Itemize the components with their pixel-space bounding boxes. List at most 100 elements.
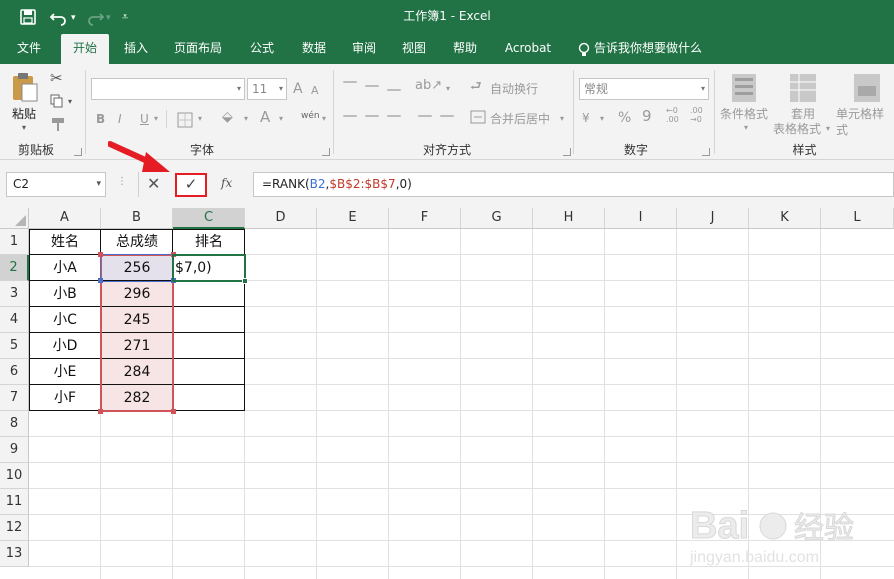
conditional-format-dropdown-icon[interactable]: ▾: [744, 120, 748, 136]
cell-c3[interactable]: [173, 281, 245, 307]
format-as-table-dropdown-icon[interactable]: ▾: [826, 121, 830, 137]
cell-c6[interactable]: [173, 359, 245, 385]
column-header-i[interactable]: I: [605, 208, 677, 229]
italic-button[interactable]: I: [118, 111, 122, 127]
bold-button[interactable]: B: [96, 111, 105, 127]
fill-handle[interactable]: [242, 278, 248, 284]
undo-icon[interactable]: [50, 8, 68, 26]
tab-insert[interactable]: 插入: [113, 34, 159, 64]
font-color-icon[interactable]: A: [260, 109, 270, 125]
grow-font-icon[interactable]: A: [293, 81, 303, 97]
tab-page-layout[interactable]: 页面布局: [165, 34, 231, 64]
column-header-k[interactable]: K: [749, 208, 821, 229]
font-launcher-icon[interactable]: [322, 148, 330, 156]
row-header-13[interactable]: 13: [0, 541, 29, 567]
cell-a3[interactable]: 小B: [29, 281, 101, 307]
currency-dropdown-icon[interactable]: ▾: [600, 111, 604, 127]
format-as-table-icon[interactable]: [788, 72, 818, 106]
increase-indent-icon[interactable]: [440, 115, 454, 117]
customize-icon[interactable]: ⩡: [122, 1, 128, 35]
tab-help[interactable]: 帮助: [442, 34, 488, 64]
alignment-launcher-icon[interactable]: [563, 148, 571, 156]
borders-dropdown-icon[interactable]: ▾: [198, 111, 202, 127]
align-right-icon[interactable]: [387, 115, 401, 117]
font-color-dropdown-icon[interactable]: ▾: [279, 111, 283, 127]
align-left-icon[interactable]: [343, 115, 357, 117]
copy-icon[interactable]: [50, 94, 64, 108]
cell-b5[interactable]: 271: [101, 333, 173, 359]
cut-icon[interactable]: ✂: [50, 70, 63, 86]
cell-a2[interactable]: 小A: [29, 255, 101, 281]
shrink-font-icon[interactable]: A: [311, 83, 319, 99]
column-header-l[interactable]: L: [821, 208, 894, 229]
fill-color-icon[interactable]: ⬙: [222, 109, 233, 125]
cell-b3[interactable]: 296: [101, 281, 173, 307]
header-rank[interactable]: 排名: [173, 229, 245, 255]
row-header-2[interactable]: 2: [0, 255, 29, 281]
clipboard-launcher-icon[interactable]: [74, 148, 82, 156]
cell-a4[interactable]: 小C: [29, 307, 101, 333]
header-total-score[interactable]: 总成绩: [101, 229, 173, 255]
cell-b6[interactable]: 284: [101, 359, 173, 385]
cell-c5[interactable]: [173, 333, 245, 359]
name-box[interactable]: C2 ▾: [6, 172, 106, 197]
cell-b2[interactable]: 256: [101, 255, 173, 281]
column-header-a[interactable]: A: [29, 208, 101, 229]
cell-a5[interactable]: 小D: [29, 333, 101, 359]
name-box-dropdown-icon[interactable]: ▾: [96, 173, 101, 196]
align-bottom-icon[interactable]: [387, 89, 401, 91]
format-as-table-label-1[interactable]: 套用: [791, 106, 815, 122]
tab-view[interactable]: 视图: [391, 34, 437, 64]
cell-a6[interactable]: 小E: [29, 359, 101, 385]
fill-color-dropdown-icon[interactable]: ▾: [244, 111, 248, 127]
tab-file[interactable]: 文件: [6, 34, 52, 64]
paste-dropdown-icon[interactable]: ▾: [22, 120, 26, 136]
column-header-j[interactable]: J: [677, 208, 749, 229]
row-header-10[interactable]: 10: [0, 463, 29, 489]
row-header-7[interactable]: 7: [0, 385, 29, 411]
decrease-decimal-icon[interactable]: .00 →0: [690, 106, 703, 124]
orientation-dropdown-icon[interactable]: ▾: [446, 81, 450, 97]
merge-dropdown-icon[interactable]: ▾: [560, 111, 564, 127]
tell-me-search[interactable]: 告诉我你想要做什么: [594, 34, 714, 64]
cancel-entry-button[interactable]: ✕: [147, 174, 160, 193]
formula-input[interactable]: =RANK(B2,$B$2:$B$7,0): [253, 172, 894, 197]
row-header-1[interactable]: 1: [0, 229, 29, 255]
column-header-f[interactable]: F: [389, 208, 461, 229]
column-header-e[interactable]: E: [317, 208, 389, 229]
merge-center-icon[interactable]: [470, 110, 486, 124]
wrap-text-label[interactable]: 自动换行: [490, 81, 538, 97]
paste-icon[interactable]: [11, 72, 39, 102]
conditional-format-icon[interactable]: [730, 72, 760, 106]
merge-center-label[interactable]: 合并后居中: [490, 111, 550, 127]
align-center-icon[interactable]: [365, 115, 379, 117]
number-launcher-icon[interactable]: [702, 148, 710, 156]
row-header-5[interactable]: 5: [0, 333, 29, 359]
phonetic-icon[interactable]: wén: [301, 108, 320, 124]
column-header-h[interactable]: H: [533, 208, 605, 229]
underline-dropdown-icon[interactable]: ▾: [154, 111, 158, 127]
copy-dropdown-icon[interactable]: ▾: [68, 94, 72, 110]
wrap-text-icon[interactable]: ⮐: [470, 79, 482, 95]
align-top-icon[interactable]: [343, 81, 357, 83]
tab-review[interactable]: 审阅: [341, 34, 387, 64]
tab-home[interactable]: 开始: [61, 34, 109, 64]
percent-icon[interactable]: %: [618, 110, 631, 126]
cell-styles-icon[interactable]: [852, 72, 882, 106]
tab-acrobat[interactable]: Acrobat: [498, 34, 558, 64]
undo-dropdown-icon[interactable]: ▾: [71, 2, 76, 36]
cell-b4[interactable]: 245: [101, 307, 173, 333]
phonetic-dropdown-icon[interactable]: ▾: [322, 111, 326, 127]
select-all-corner[interactable]: [0, 208, 29, 229]
insert-function-button[interactable]: fx: [221, 176, 232, 190]
cell-styles-label[interactable]: 单元格样式: [836, 106, 894, 138]
number-format-box[interactable]: 常规 ▾: [579, 78, 709, 100]
column-header-d[interactable]: D: [245, 208, 317, 229]
cell-c4[interactable]: [173, 307, 245, 333]
cell-a7[interactable]: 小F: [29, 385, 101, 411]
increase-decimal-icon[interactable]: ←0.00: [666, 106, 679, 124]
decrease-indent-icon[interactable]: [418, 115, 432, 117]
row-header-9[interactable]: 9: [0, 437, 29, 463]
format-painter-icon[interactable]: [50, 116, 66, 132]
cell-c7[interactable]: [173, 385, 245, 411]
